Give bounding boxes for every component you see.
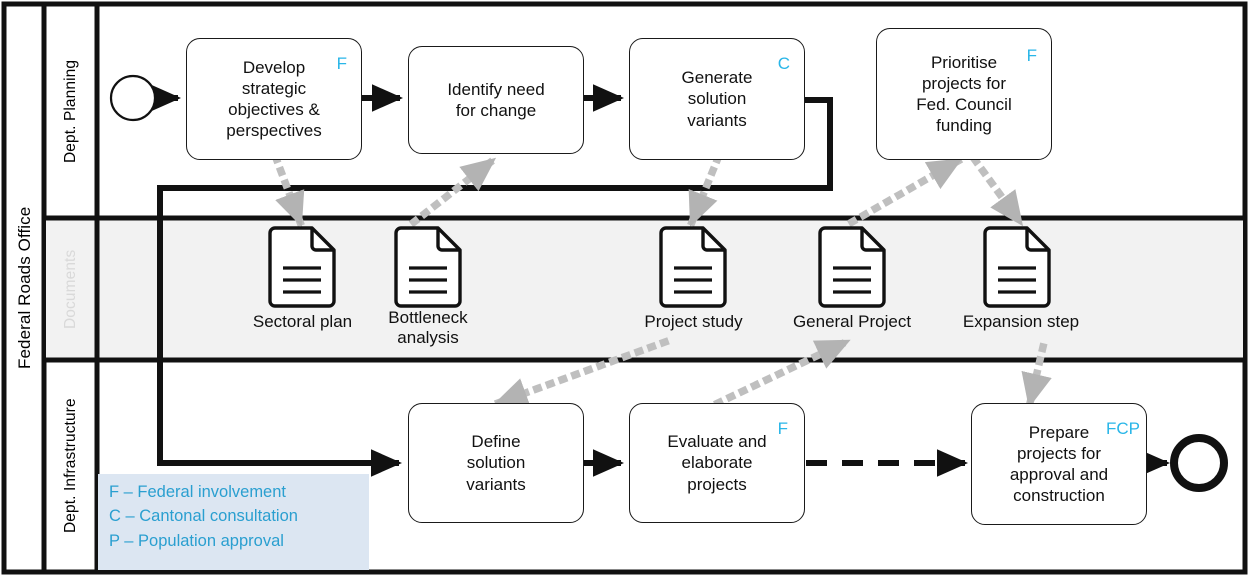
- document-icon: [983, 226, 1051, 308]
- assoc-general-prioritise: [846, 155, 964, 228]
- document-icon: [659, 226, 727, 308]
- legend-line-cantonal: C – Cantonal consultation: [109, 507, 298, 526]
- process-diagram: Federal Roads Office Dept. Planning Docu…: [0, 0, 1249, 576]
- lane-label-infrastructure: Dept. Infrastructure: [62, 398, 79, 534]
- document-bottleneck-analysis[interactable]: [392, 226, 464, 308]
- task-badge: C: [777, 54, 790, 73]
- task-prioritise-projects[interactable]: Prioritise projects for Fed. Council fundin…: [876, 28, 1052, 160]
- document-label-project-study: Project study: [644, 312, 743, 331]
- lane-label-documents: Documents: [62, 249, 79, 329]
- pool-label: Federal Roads Office: [15, 206, 34, 370]
- document-project-study[interactable]: [657, 226, 729, 308]
- assoc-prioritise-expansion: [969, 154, 1026, 228]
- end-event[interactable]: [1170, 434, 1228, 492]
- task-badge: FCP: [1106, 419, 1140, 438]
- task-badge: F: [336, 54, 347, 73]
- legend: F – Federal involvement C – Cantonal con…: [98, 474, 369, 570]
- task-label: Prioritise projects for Fed. Council fundin…: [916, 52, 1012, 136]
- task-label: Identify need for change: [447, 79, 545, 120]
- task-label: Develop strategic objectives & perspectives: [226, 57, 322, 141]
- task-label: Evaluate and elaborate projects: [667, 432, 767, 494]
- document-icon: [818, 226, 886, 308]
- document-sectoral-plan[interactable]: [266, 226, 338, 308]
- task-identify-need-for-change[interactable]: Identify need for change: [408, 46, 584, 154]
- task-label: Generate solution variants: [681, 68, 753, 130]
- task-badge: F: [1026, 46, 1037, 65]
- document-label-sectoral-plan: Sectoral plan: [252, 312, 353, 331]
- task-develop-strategic-objectives[interactable]: Develop strategic objectives & perspectives…: [186, 38, 362, 160]
- document-general-project[interactable]: [816, 226, 888, 308]
- task-badge: F: [777, 419, 788, 438]
- assoc-bottleneck-identify: [408, 155, 498, 228]
- task-evaluate-and-elaborate-projects[interactable]: Evaluate and elaborate projects F: [629, 403, 805, 523]
- task-prepare-projects-for-approval[interactable]: Prepare projects for approval and construct…: [971, 403, 1147, 525]
- document-expansion-step[interactable]: [981, 226, 1053, 308]
- task-label: Define solution variants: [466, 432, 526, 494]
- task-generate-solution-variants[interactable]: Generate solution variants C: [629, 38, 805, 160]
- start-event[interactable]: [109, 74, 157, 122]
- document-icon: [394, 226, 462, 308]
- document-icon: [268, 226, 336, 308]
- legend-line-population: P – Population approval: [109, 531, 284, 550]
- task-define-solution-variants[interactable]: Define solution variants: [408, 403, 584, 523]
- lane-label-planning: Dept. Planning: [62, 59, 79, 163]
- document-label-general-project: General Project: [792, 312, 912, 331]
- legend-line-federal: F – Federal involvement: [109, 483, 286, 501]
- documents-lane-background: [46, 218, 1243, 360]
- document-label-bottleneck-analysis: Bottleneck analysis: [388, 308, 468, 348]
- document-label-expansion-step: Expansion step: [962, 312, 1080, 331]
